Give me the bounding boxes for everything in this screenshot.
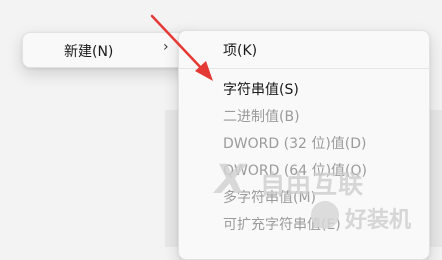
submenu-item-binary-value[interactable]: 二进制值(B) <box>223 106 300 126</box>
watermark-logo-icon <box>311 201 339 229</box>
context-menu: 新建(N) › <box>22 32 200 68</box>
chevron-right-icon: › <box>163 39 169 55</box>
watermark-brand-2: 好装机 <box>345 208 412 233</box>
menu-item-new[interactable]: 新建(N) <box>64 41 113 61</box>
watermark-x-logo: X <box>215 157 246 203</box>
watermark: X 自由互联 好装机 <box>215 155 442 247</box>
submenu-item-string-value[interactable]: 字符串值(S) <box>223 79 299 99</box>
watermark-brand-1: 自由互联 <box>260 170 365 199</box>
submenu-item-dword-value[interactable]: DWORD (32 位)值(D) <box>223 133 367 153</box>
submenu-item-key[interactable]: 项(K) <box>223 40 257 60</box>
submenu-separator <box>179 68 429 69</box>
